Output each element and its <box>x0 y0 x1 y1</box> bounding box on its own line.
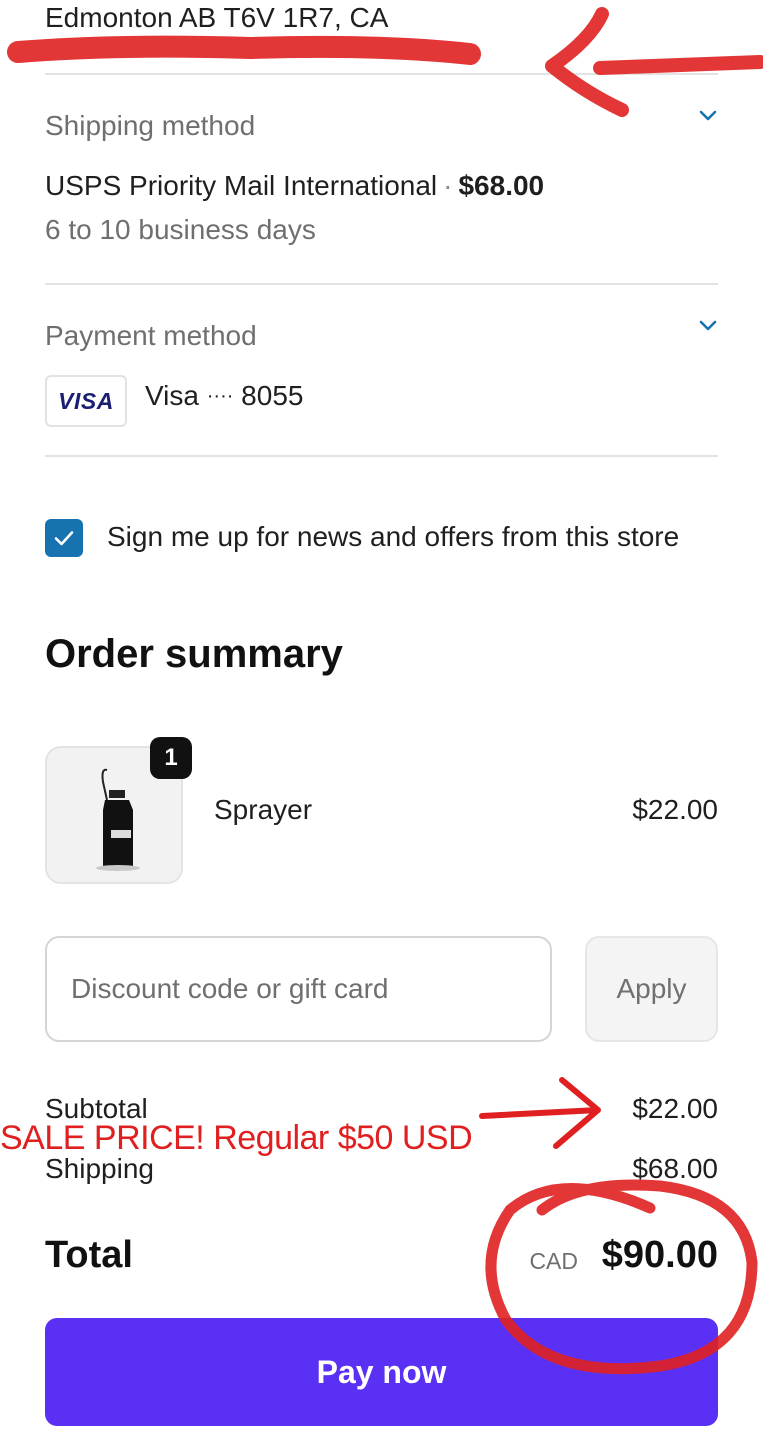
card-summary: Visa ···· 8055 <box>145 380 303 412</box>
card-name: Visa <box>145 380 199 411</box>
quantity-badge: 1 <box>150 737 192 779</box>
item-name: Sprayer <box>214 794 313 825</box>
address-underline-marker <box>7 35 481 65</box>
chevron-down-icon[interactable] <box>697 314 719 336</box>
visa-card-icon: VISA <box>45 375 127 427</box>
divider <box>45 283 718 285</box>
order-summary-title: Order summary <box>45 632 343 676</box>
divider <box>45 73 718 75</box>
divider <box>45 455 718 457</box>
address-arrow-marker <box>545 7 763 117</box>
item-price: $22.00 <box>632 794 718 825</box>
checkmark-icon <box>54 531 74 546</box>
shipping-eta: 6 to 10 business days <box>45 214 316 245</box>
shipping-method-name: USPS Priority Mail International <box>45 170 438 201</box>
shipping-method-price: $68.00 <box>458 170 545 201</box>
card-last4: 8055 <box>241 380 304 411</box>
newsletter-label[interactable]: Sign me up for news and offers from this… <box>107 521 679 553</box>
shipping-method-summary: USPS Priority Mail International · $68.00 <box>45 170 544 202</box>
card-mask: ···· <box>206 385 234 407</box>
shipping-method-label: Shipping method <box>45 110 256 141</box>
newsletter-checkbox[interactable] <box>45 519 83 557</box>
subtotal-arrow-marker <box>479 1077 601 1149</box>
discount-code-input[interactable] <box>45 936 552 1042</box>
total-currency: CAD <box>529 1248 578 1274</box>
sale-price-annotation: SALE PRICE! Regular $50 USD <box>0 1119 473 1157</box>
shipping-cost-value: $68.00 <box>632 1153 718 1184</box>
shipping-address: Edmonton AB T6V 1R7, CA <box>45 2 389 33</box>
separator-dot: · <box>443 170 453 201</box>
pay-now-button[interactable]: Pay now <box>45 1318 718 1426</box>
total-label: Total <box>45 1234 133 1276</box>
payment-method-label: Payment method <box>45 320 257 351</box>
apply-discount-button[interactable]: Apply <box>585 936 718 1042</box>
subtotal-value: $22.00 <box>632 1093 718 1124</box>
chevron-down-icon[interactable] <box>697 104 719 126</box>
total-value: $90.00 <box>601 1234 718 1276</box>
